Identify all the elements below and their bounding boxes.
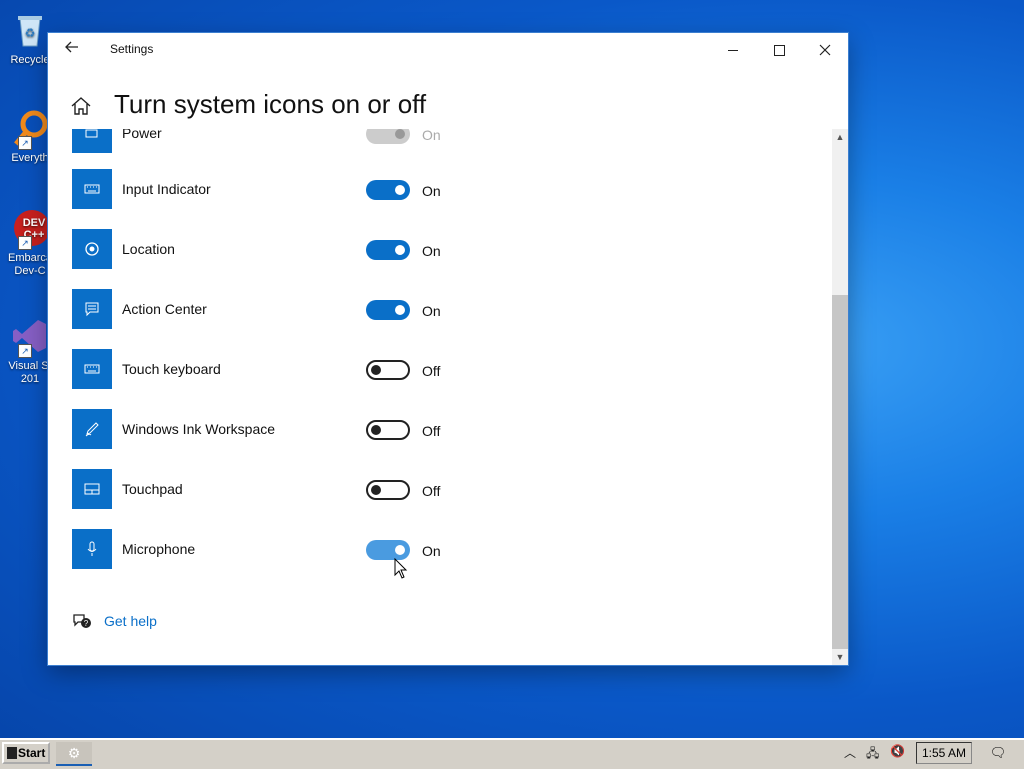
setting-label: Input Indicator (122, 181, 211, 197)
shortcut-arrow-icon: ↗ (18, 136, 32, 150)
pen-icon (72, 409, 112, 449)
touchpad-toggle[interactable] (366, 480, 410, 500)
scroll-up-icon[interactable]: ▲ (832, 129, 848, 145)
setting-row-location: Location On (72, 229, 492, 269)
taskbar: Start ⚙ ︿ 🖧 🔇 1:55 AM 🗨 (0, 738, 1024, 769)
setting-row-windows-ink: Windows Ink Workspace Off (72, 409, 492, 449)
location-icon (72, 229, 112, 269)
setting-row-touch-keyboard: Touch keyboard Off (72, 349, 492, 389)
shortcut-arrow-icon: ↗ (18, 344, 32, 358)
toggle-state: On (422, 543, 441, 559)
close-button[interactable] (802, 33, 848, 65)
action-center-toggle[interactable] (366, 300, 410, 320)
toggle-state: On (422, 183, 441, 199)
setting-label: Power (122, 129, 162, 141)
setting-label: Microphone (122, 541, 196, 557)
settings-list: Power On Input Indicator On Location On … (48, 129, 832, 665)
power-toggle (366, 129, 410, 144)
window-title: Settings (110, 42, 154, 56)
back-arrow-icon (65, 41, 78, 53)
setting-row-power: Power On (72, 129, 492, 153)
start-logo-icon (7, 747, 17, 759)
network-icon[interactable]: 🖧 (866, 744, 879, 765)
get-help-link[interactable]: Get help (104, 613, 157, 629)
setting-label: Windows Ink Workspace (122, 421, 276, 437)
visual-studio-icon: ↗ (10, 316, 50, 358)
toggle-state: Off (422, 483, 441, 499)
maximize-button[interactable] (756, 33, 802, 65)
touchpad-icon (72, 469, 112, 509)
windows-ink-toggle[interactable] (366, 420, 410, 440)
input-indicator-toggle[interactable] (366, 180, 410, 200)
toggle-state: Off (422, 363, 441, 379)
shortcut-arrow-icon: ↗ (18, 236, 32, 250)
keyboard-icon (72, 349, 112, 389)
setting-row-microphone: Microphone On (72, 529, 492, 569)
scroll-thumb[interactable] (832, 295, 848, 649)
minimize-icon (728, 49, 738, 51)
setting-label: Touch keyboard (122, 361, 221, 377)
home-button[interactable] (70, 95, 94, 119)
title-bar[interactable]: Settings (48, 33, 848, 65)
svg-text:?: ? (84, 619, 89, 628)
close-icon (819, 44, 831, 56)
home-icon (71, 97, 91, 115)
keyboard-icon (72, 169, 112, 209)
start-label: Start (18, 746, 46, 760)
toggle-state: On (422, 243, 441, 259)
svg-text:♻: ♻ (25, 26, 36, 40)
power-icon (72, 129, 112, 153)
setting-label: Action Center (122, 301, 207, 317)
everything-search-icon: ↗ (10, 108, 50, 150)
back-button[interactable] (60, 37, 84, 61)
toggle-state: On (422, 129, 441, 143)
scroll-down-icon[interactable]: ▼ (832, 649, 848, 665)
microphone-toggle[interactable] (366, 540, 410, 560)
help-chat-icon: ? (73, 614, 91, 628)
start-button[interactable]: Start (2, 742, 50, 764)
maximize-icon (773, 44, 785, 56)
action-center-icon (72, 289, 112, 329)
minimize-button[interactable] (710, 33, 756, 65)
mouse-cursor-icon (394, 557, 408, 585)
microphone-icon (72, 529, 112, 569)
touch-keyboard-toggle[interactable] (366, 360, 410, 380)
volume-muted-icon[interactable]: 🔇 (890, 744, 905, 758)
setting-label: Touchpad (122, 481, 183, 497)
notification-icon[interactable]: 🗨 (976, 742, 1020, 764)
setting-row-touchpad: Touchpad Off (72, 469, 492, 509)
settings-window: Settings Turn system icons on or off Pow… (48, 33, 848, 665)
setting-row-action-center: Action Center On (72, 289, 492, 329)
svg-text:DEV: DEV (23, 217, 46, 229)
setting-label: Location (122, 241, 175, 257)
clock[interactable]: 1:55 AM (916, 742, 972, 764)
page-title: Turn system icons on or off (114, 89, 427, 119)
setting-row-input-indicator: Input Indicator On (72, 169, 492, 209)
location-toggle[interactable] (366, 240, 410, 260)
toggle-state: Off (422, 423, 441, 439)
taskbar-settings-button[interactable]: ⚙ (56, 742, 92, 766)
gear-icon: ⚙ (67, 745, 81, 761)
vertical-scrollbar[interactable]: ▲ ▼ (832, 129, 848, 665)
chevron-up-icon[interactable]: ︿ (844, 744, 856, 761)
toggle-state: On (422, 303, 441, 319)
recycle-bin-icon: ♻ (10, 10, 50, 50)
dev-cpp-icon: DEV C++ ↗ (10, 208, 50, 250)
